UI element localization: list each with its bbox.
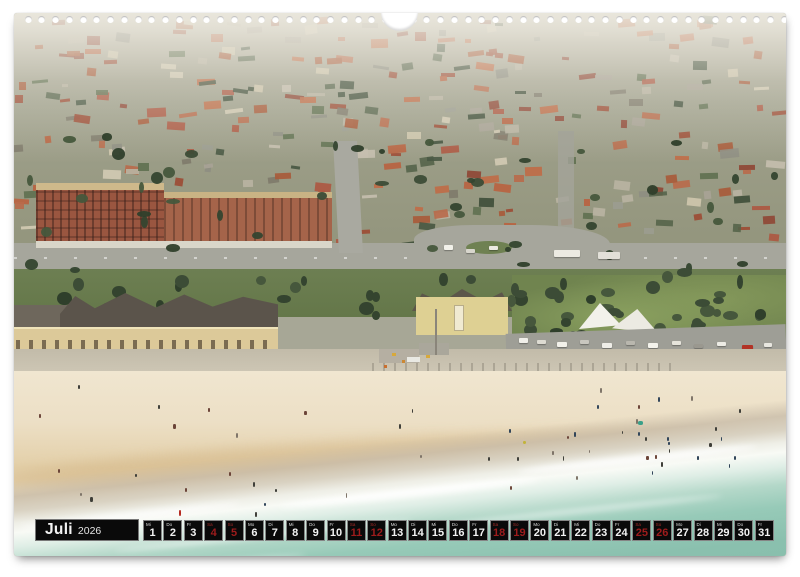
binding-hole	[313, 16, 320, 23]
binding-hole	[506, 16, 513, 23]
binding-hole	[258, 16, 265, 23]
binding-hole	[726, 16, 733, 23]
binding-hole	[423, 16, 430, 23]
binding-hole	[643, 16, 650, 23]
binding-hole	[602, 16, 609, 23]
binding-hole	[368, 16, 375, 23]
binding-hole	[231, 16, 238, 23]
binding-hole	[66, 16, 73, 23]
binding-hole	[547, 16, 554, 23]
binding-hole	[781, 16, 786, 23]
binding-hole	[121, 16, 128, 23]
binding-hole	[437, 16, 444, 23]
binding-hole	[561, 16, 568, 23]
binding-hole	[341, 16, 348, 23]
binding-hole	[465, 16, 472, 23]
binding-hole	[148, 16, 155, 23]
binding-hole	[451, 16, 458, 23]
binding-hole	[698, 16, 705, 23]
binding-hole	[38, 16, 45, 23]
binding-hole	[588, 16, 595, 23]
binding-hole	[176, 16, 183, 23]
binding-hole	[630, 16, 637, 23]
binding-hole	[657, 16, 664, 23]
binding-hole	[245, 16, 252, 23]
binding-hole	[767, 16, 774, 23]
binding-hole	[52, 16, 59, 23]
binding-hole	[300, 16, 307, 23]
binding-hole	[107, 16, 114, 23]
binding-hole	[740, 16, 747, 23]
binding-hole	[520, 16, 527, 23]
binding-hole	[272, 16, 279, 23]
binding-hole	[685, 16, 692, 23]
binding-hole	[25, 16, 32, 23]
binding-hole	[616, 16, 623, 23]
binding-hole	[478, 16, 485, 23]
binding-hole	[80, 16, 87, 23]
binding-hole	[355, 16, 362, 23]
binding-hole	[162, 16, 169, 23]
binding-hole	[217, 16, 224, 23]
binding-hole	[327, 16, 334, 23]
binding-hole	[492, 16, 499, 23]
binding-hole	[203, 16, 210, 23]
binding-hole	[533, 16, 540, 23]
calendar-page: Juli 2026 Mi1Do2Fr3Sa4So5Mo6Di7Mi8Do9Fr1…	[0, 0, 800, 577]
wire-binding-holes	[14, 13, 786, 556]
binding-hole	[135, 16, 142, 23]
binding-hole	[712, 16, 719, 23]
binding-hole	[286, 16, 293, 23]
binding-hole	[93, 16, 100, 23]
binding-hole	[671, 16, 678, 23]
binding-hole	[190, 16, 197, 23]
calendar-photo: Juli 2026 Mi1Do2Fr3Sa4So5Mo6Di7Mi8Do9Fr1…	[14, 13, 786, 556]
binding-hole	[753, 16, 760, 23]
binding-hole	[575, 16, 582, 23]
